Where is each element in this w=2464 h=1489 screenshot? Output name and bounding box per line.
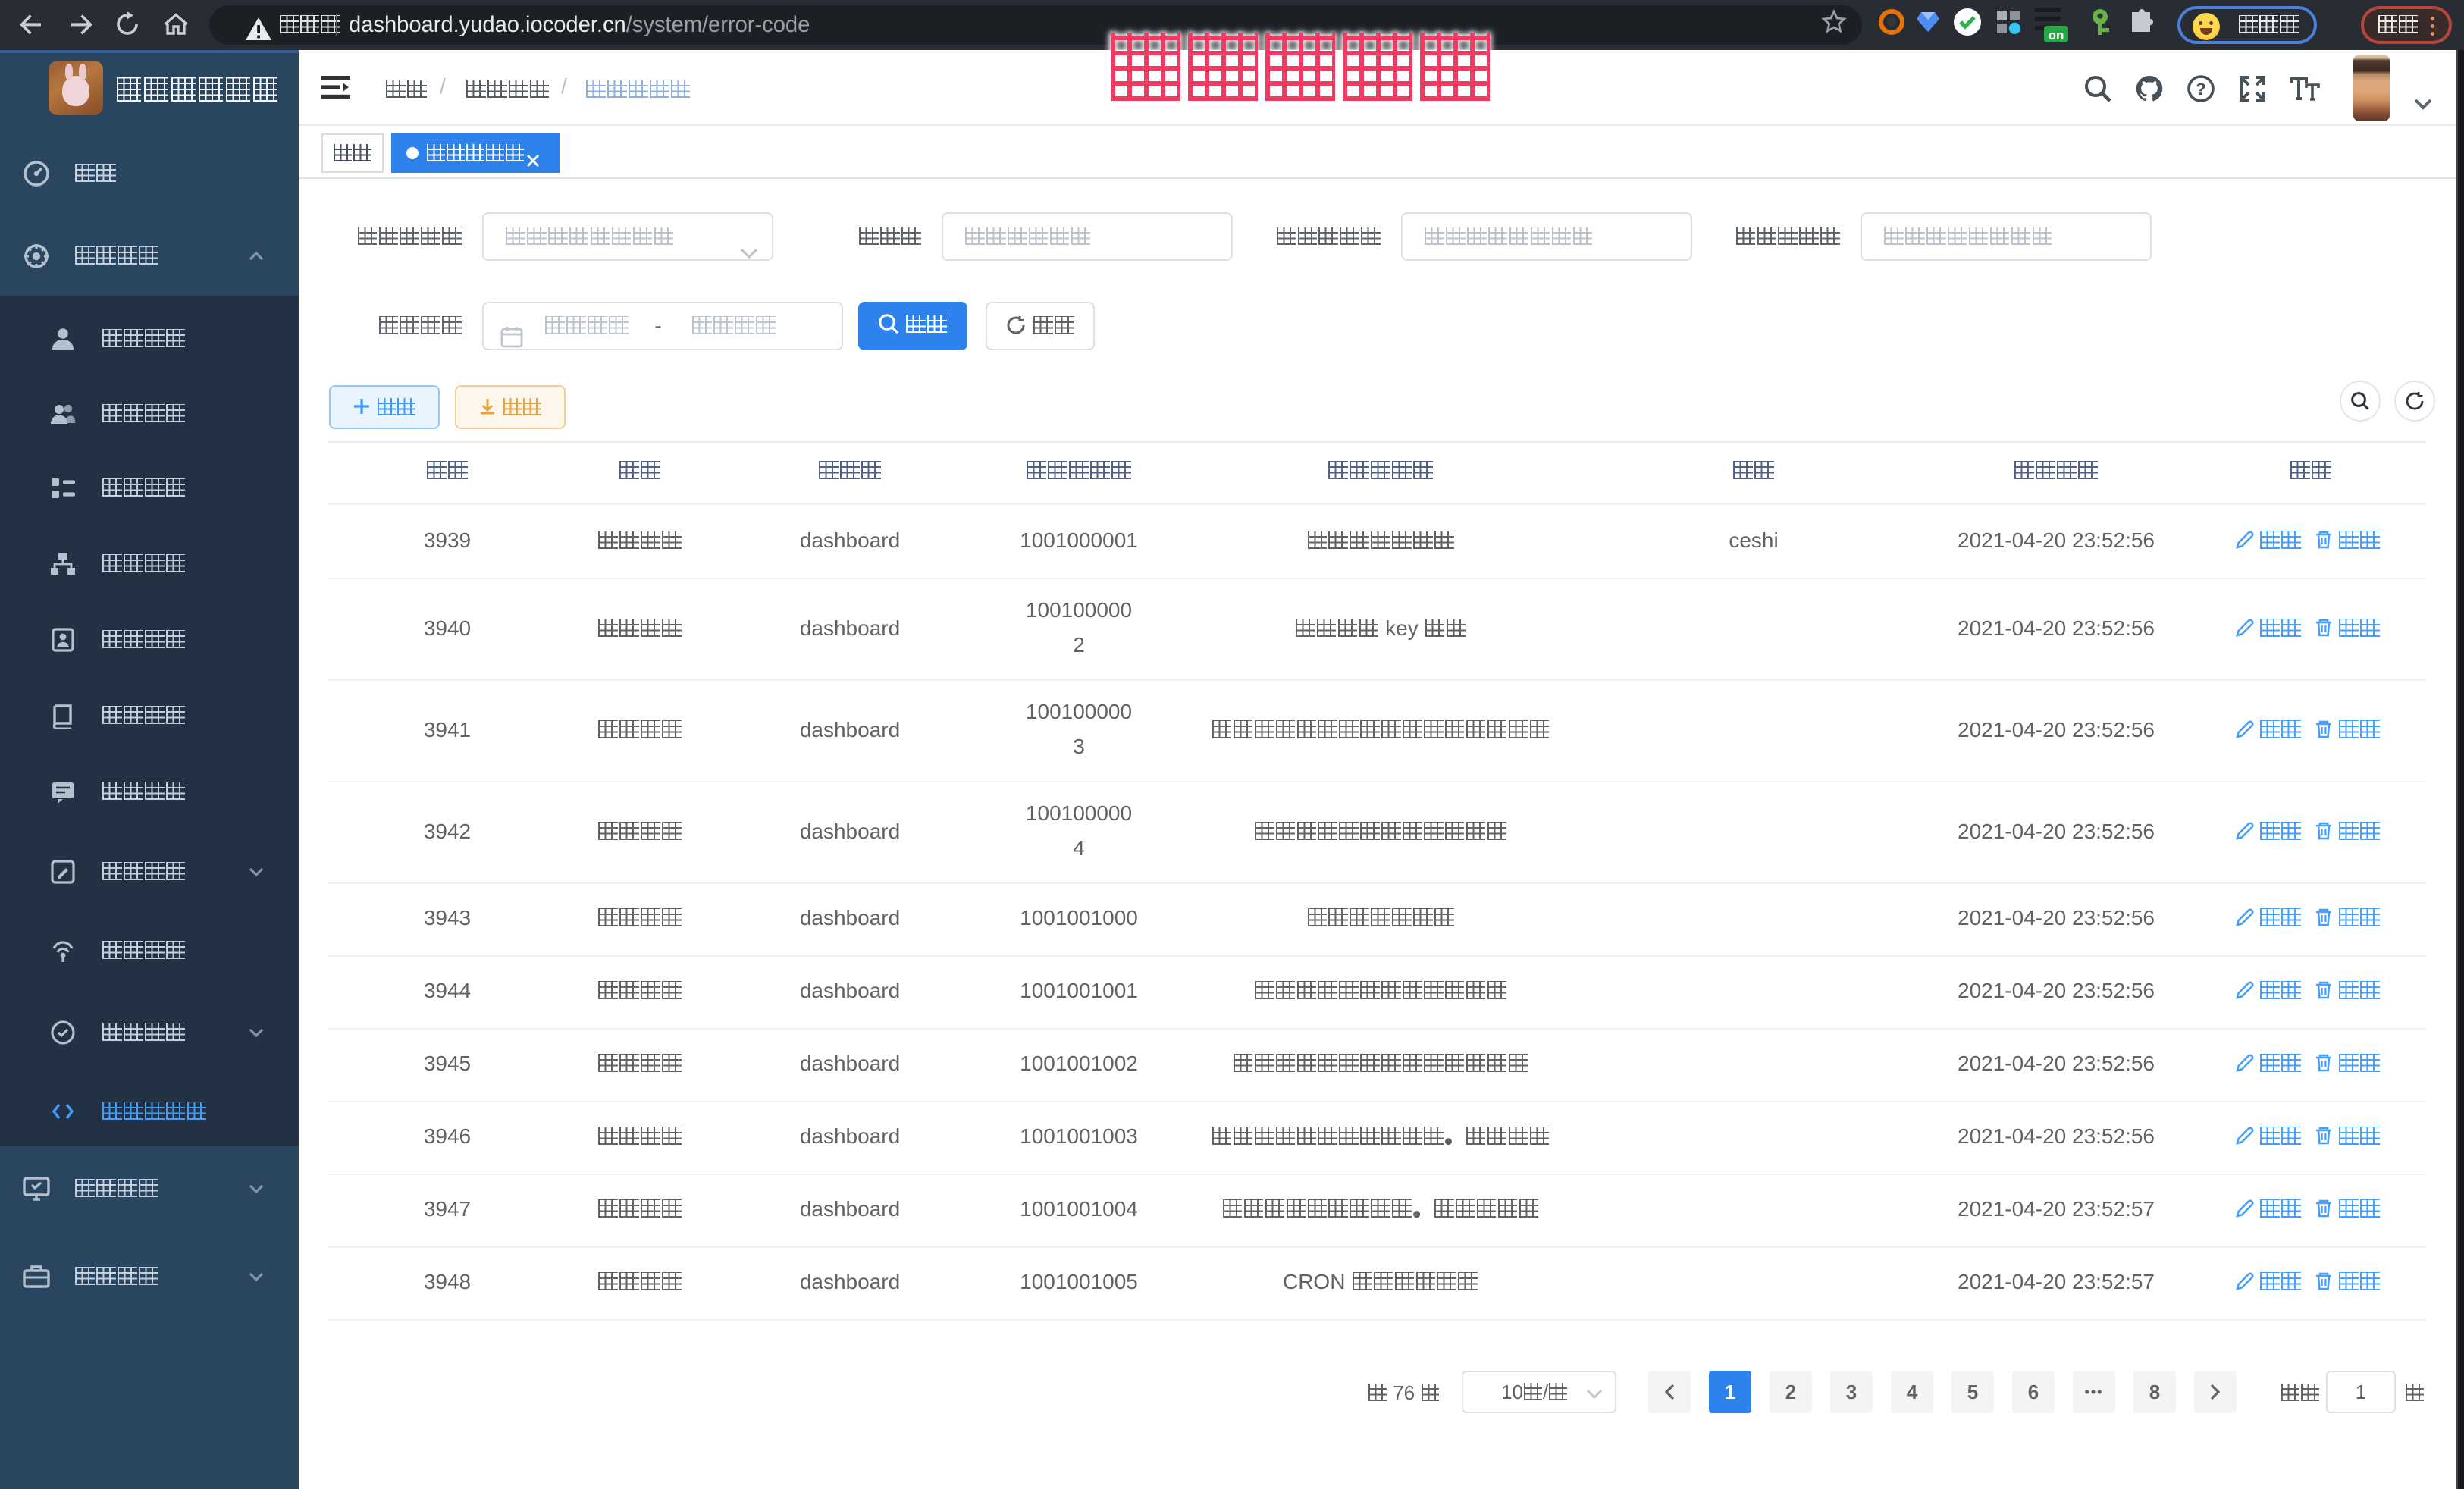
svg-text:?: ?: [2196, 80, 2205, 99]
svg-text:on: on: [2049, 28, 2064, 42]
